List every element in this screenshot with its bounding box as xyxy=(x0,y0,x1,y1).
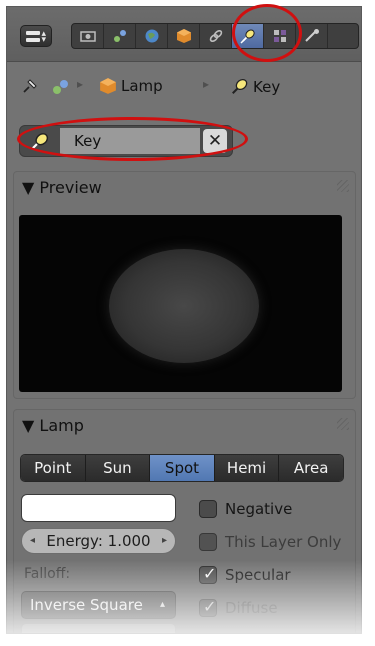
tab-scene[interactable] xyxy=(104,24,136,48)
lamp-type-spot[interactable]: Spot xyxy=(150,455,215,481)
checkmark-icon: ✓ xyxy=(203,564,217,583)
editor-type-icon xyxy=(26,31,40,35)
properties-editor: ▴ ▾ ▸ Lamp ▸ Key Key ✕ ▼ Preview ▼ Lamp … xyxy=(6,6,362,634)
physics-icon xyxy=(305,29,319,42)
cube-icon xyxy=(100,78,116,94)
specular-checkbox[interactable]: ✓ Specular xyxy=(199,564,291,586)
scene-breadcrumb-icon xyxy=(51,77,71,97)
preview-panel-header[interactable]: ▼ Preview xyxy=(14,172,355,204)
preview-panel-title: Preview xyxy=(39,178,102,197)
negative-label: Negative xyxy=(225,500,293,518)
highlight-ring-datablock xyxy=(17,117,248,161)
editor-type-arrows-icon: ▴ ▾ xyxy=(41,29,46,45)
lamp-data-icon xyxy=(232,78,248,94)
chain-icon xyxy=(209,29,223,43)
breadcrumb-data-label: Key xyxy=(253,78,281,96)
editor-type-icon-bar xyxy=(26,38,40,42)
checkbox-box[interactable]: ✓ xyxy=(199,597,217,617)
specular-label: Specular xyxy=(225,566,291,584)
lamp-panel-title: Lamp xyxy=(39,416,84,435)
lamp-type-area[interactable]: Area xyxy=(279,455,343,481)
tab-world[interactable] xyxy=(136,24,168,48)
disclosure-triangle-icon: ▼ xyxy=(22,416,35,435)
breadcrumb: ▸ Lamp ▸ Key xyxy=(7,65,361,107)
tab-object[interactable] xyxy=(168,24,200,48)
checkmark-icon: ✓ xyxy=(203,597,217,616)
tab-constraints[interactable] xyxy=(200,24,232,48)
lamp-color-swatch[interactable] xyxy=(21,494,176,522)
falloff-dropdown[interactable]: Inverse Square ▴▾ xyxy=(21,591,176,633)
lamp-type-sun[interactable]: Sun xyxy=(85,455,151,481)
properties-toolbar: ▴ ▾ xyxy=(7,7,361,62)
breadcrumb-separator-icon: ▸ xyxy=(203,77,210,91)
breadcrumb-object: Lamp xyxy=(99,77,163,95)
diffuse-checkbox[interactable]: ✓ Diffuse xyxy=(199,597,278,619)
checkbox-box[interactable] xyxy=(199,533,217,551)
falloff-value: Inverse Square xyxy=(30,596,143,614)
this-layer-only-checkbox[interactable]: This Layer Only xyxy=(199,531,341,553)
lamp-panel-header[interactable]: ▼ Lamp xyxy=(14,410,355,442)
lamp-type-point[interactable]: Point xyxy=(21,455,86,481)
lamp-panel: ▼ Lamp Point Sun Spot Hemi Area ◂ Energy… xyxy=(13,409,356,633)
lamp-type-hemi[interactable]: Hemi xyxy=(214,455,280,481)
panel-drag-handle-icon[interactable] xyxy=(337,418,349,430)
camera-icon xyxy=(80,31,96,42)
increment-arrow-icon[interactable]: ▸ xyxy=(162,529,167,553)
cube-icon xyxy=(177,29,191,43)
distance-field[interactable] xyxy=(21,623,176,633)
context-tabs xyxy=(71,23,359,49)
negative-checkbox[interactable]: Negative xyxy=(199,498,292,520)
pin-icon[interactable] xyxy=(21,77,39,95)
preview-render xyxy=(19,215,342,392)
lamp-type-selector: Point Sun Spot Hemi Area xyxy=(20,454,344,482)
energy-slider[interactable]: ◂ Energy: 1.000 ▸ xyxy=(21,528,176,554)
energy-value: Energy: 1.000 xyxy=(46,532,151,550)
editor-type-button[interactable]: ▴ ▾ xyxy=(20,25,52,47)
disclosure-triangle-icon: ▼ xyxy=(22,178,35,197)
preview-lamp-sphere xyxy=(109,249,259,363)
checkbox-box[interactable]: ✓ xyxy=(199,564,217,584)
preview-panel: ▼ Preview xyxy=(13,171,356,399)
breadcrumb-object-label: Lamp xyxy=(121,77,163,95)
scene-icon xyxy=(114,30,126,42)
diffuse-label: Diffuse xyxy=(225,599,278,617)
breadcrumb-data: Key xyxy=(229,77,280,97)
decrement-arrow-icon[interactable]: ◂ xyxy=(30,529,35,553)
this-layer-only-label: This Layer Only xyxy=(225,533,342,551)
panel-drag-handle-icon[interactable] xyxy=(337,180,349,192)
falloff-label: Falloff: xyxy=(24,566,71,582)
tab-render[interactable] xyxy=(72,24,104,48)
breadcrumb-separator-icon: ▸ xyxy=(77,77,84,91)
checkbox-box[interactable] xyxy=(199,500,217,518)
highlight-ring-tab xyxy=(232,4,302,62)
world-icon xyxy=(145,29,159,43)
